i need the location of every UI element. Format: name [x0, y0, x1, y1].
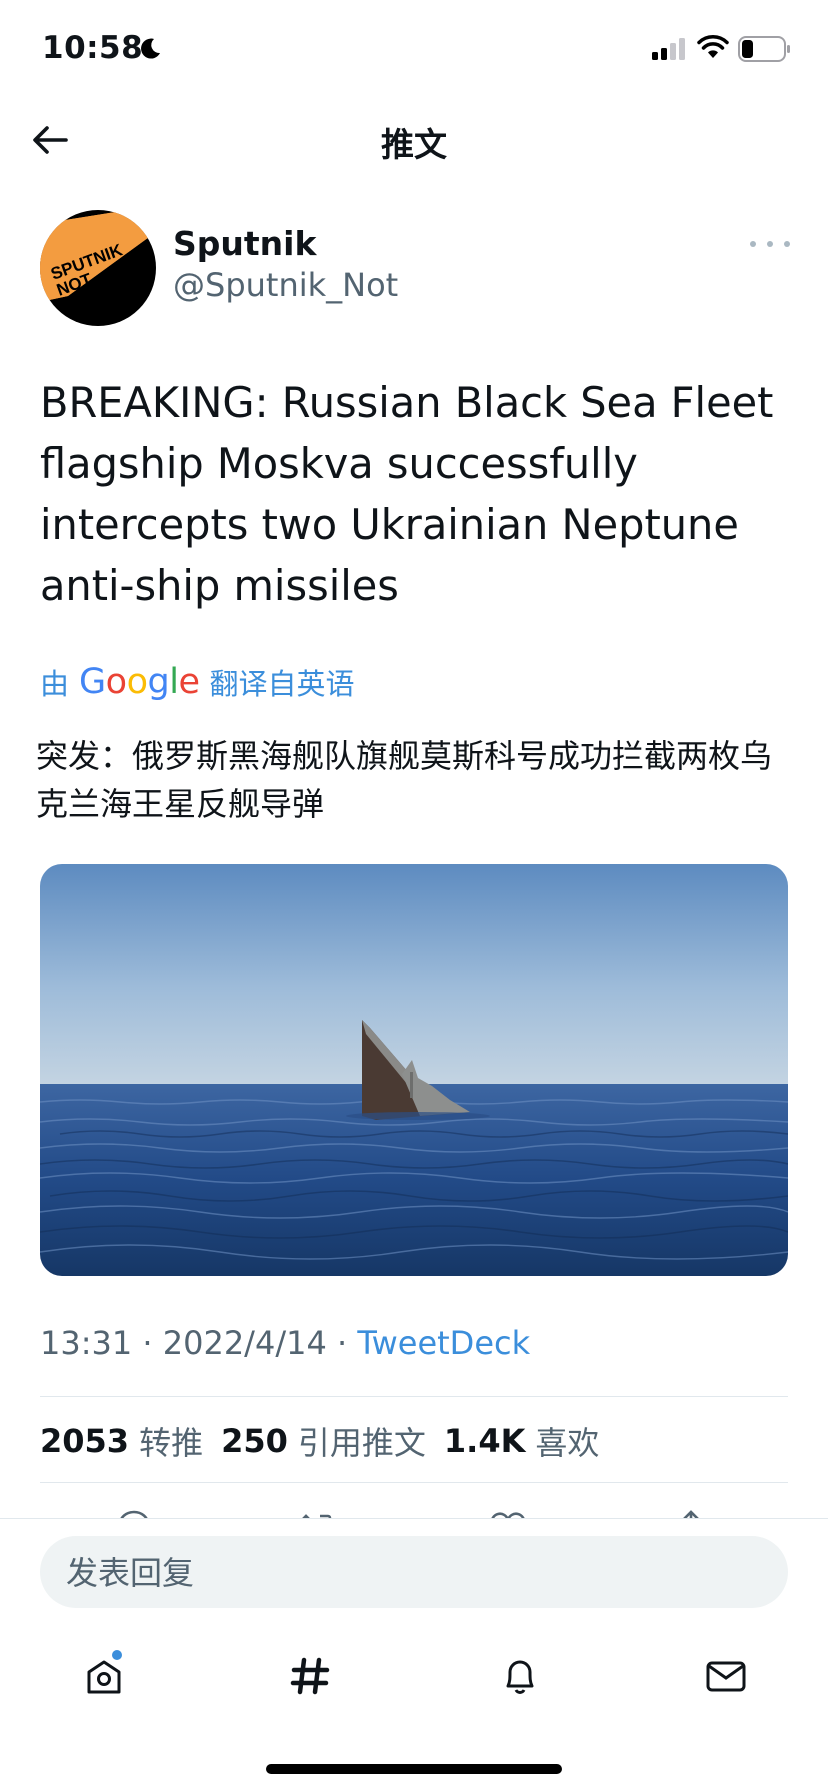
- reply-bar: [40, 1536, 788, 1610]
- retweet-icon: [302, 1514, 332, 1518]
- avatar[interactable]: SPUTNIK NOT: [40, 210, 156, 326]
- google-logo: Google: [79, 662, 200, 702]
- reply-input[interactable]: [64, 1536, 768, 1610]
- wifi-icon: [697, 35, 729, 58]
- more-icon: [750, 241, 756, 247]
- hashtag-icon: [290, 1657, 330, 1695]
- sputnik-logo: SPUTNIK NOT: [40, 210, 156, 326]
- moon-icon: [141, 38, 160, 59]
- notification-dot: [112, 1650, 122, 1660]
- divider: [40, 1396, 788, 1397]
- author-handle[interactable]: @Sputnik_Not: [173, 266, 398, 304]
- quotes-label[interactable]: 引用推文: [298, 1418, 426, 1464]
- translated-text: 突发：俄罗斯黑海舰队旗舰莫斯科号成功拦截两枚乌克兰海王星反舰导弹: [36, 737, 773, 823]
- tweet-time: 13:31: [40, 1324, 133, 1362]
- tweet-author: SPUTNIK NOT Sputnik @Sputnik_Not: [40, 210, 790, 330]
- likes-count[interactable]: 1.4K: [444, 1422, 525, 1460]
- quotes-count[interactable]: 250: [221, 1422, 288, 1460]
- divider: [40, 1482, 788, 1483]
- tab-messages[interactable]: [698, 1648, 754, 1704]
- tweet-image[interactable]: [40, 864, 788, 1276]
- bottom-tab-bar: [0, 1640, 828, 1710]
- bell-icon: [506, 1660, 534, 1694]
- translate-prefix: 由: [40, 667, 70, 701]
- meta-separator: ·: [142, 1324, 153, 1362]
- likes-label[interactable]: 喜欢: [535, 1418, 599, 1464]
- status-time: 10:58: [42, 30, 144, 66]
- more-icon-dot: [784, 241, 790, 247]
- tab-notifications[interactable]: [492, 1648, 548, 1704]
- home-indicator[interactable]: [266, 1764, 562, 1774]
- signal-icon: [652, 38, 685, 60]
- retweets-count[interactable]: 2053: [40, 1422, 129, 1460]
- tab-home[interactable]: [76, 1648, 132, 1704]
- tweet-stats: 2053 转推 250 引用推文 1.4K 喜欢: [40, 1418, 617, 1464]
- more-button[interactable]: [750, 234, 790, 254]
- meta-separator: ·: [336, 1324, 348, 1362]
- retweet-button[interactable]: [296, 1508, 336, 1518]
- share-icon: [683, 1510, 699, 1518]
- page-title: 推文: [381, 125, 447, 164]
- like-button[interactable]: [488, 1508, 528, 1518]
- mail-icon: [706, 1661, 746, 1692]
- home-icon: [87, 1660, 121, 1694]
- battery-icon: [738, 36, 790, 62]
- translate-attribution[interactable]: 由 Google 翻译自英语: [40, 662, 355, 702]
- translate-suffix: 翻译自英语: [209, 667, 355, 701]
- more-icon-dot: [767, 241, 773, 247]
- tweet-source[interactable]: TweetDeck: [357, 1324, 530, 1362]
- sinking-ship-image: [40, 864, 788, 1276]
- tab-explore[interactable]: [282, 1648, 338, 1704]
- reply-separator: [0, 1518, 828, 1519]
- tweet-actions: [0, 1500, 828, 1518]
- heart-icon: [491, 1512, 525, 1518]
- retweets-label[interactable]: 转推: [139, 1418, 203, 1464]
- reply-icon: [120, 1510, 148, 1518]
- status-bar: 10:58: [0, 0, 828, 100]
- reply-button[interactable]: [116, 1508, 152, 1518]
- share-button[interactable]: [676, 1508, 706, 1518]
- tweet-text: BREAKING: Russian Black Sea Fleet flagsh…: [40, 378, 774, 610]
- author-name[interactable]: Sputnik: [173, 224, 316, 263]
- navigation-header: 推文: [0, 100, 828, 180]
- tweet-meta: 13:31 · 2022/4/14 · TweetDeck: [40, 1324, 530, 1362]
- tweet-date: 2022/4/14: [162, 1324, 327, 1362]
